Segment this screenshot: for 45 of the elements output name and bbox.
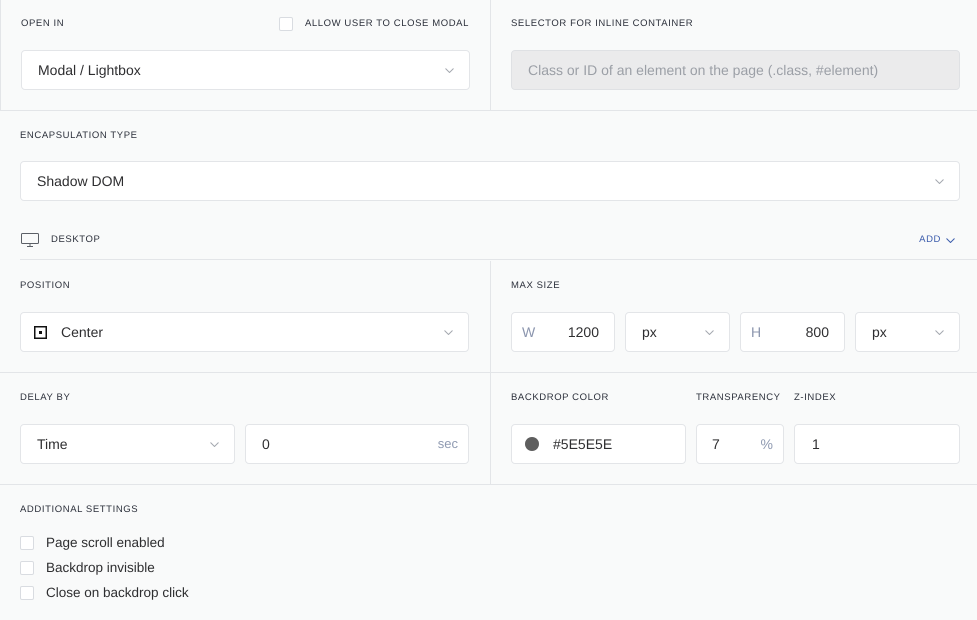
- checkbox-label: ALLOW USER TO CLOSE MODAL: [304, 17, 469, 31]
- center-square-icon: [34, 326, 47, 338]
- delay-type-select[interactable]: Time: [20, 424, 235, 464]
- option-label[interactable]: Close on backdrop click: [46, 582, 189, 604]
- checkbox[interactable]: [20, 586, 34, 600]
- width-prefix: W: [522, 322, 536, 342]
- field-label: DELAY BY: [20, 391, 70, 405]
- unit-select[interactable]: px: [625, 312, 730, 352]
- field-label: Z-INDEX: [794, 391, 836, 405]
- unit-select[interactable]: px: [855, 312, 960, 352]
- caret-icon: [444, 330, 453, 334]
- field-label: POSITION: [20, 279, 70, 293]
- field-label: TRANSPARENCY: [696, 391, 781, 405]
- field-label: ENCAPSULATION TYPE: [20, 129, 138, 143]
- field-label: BACKDROP COLOR: [511, 391, 609, 405]
- option-label[interactable]: Page scroll enabled: [46, 532, 165, 554]
- height-input[interactable]: H 800: [740, 312, 845, 352]
- caret-icon: [935, 330, 944, 334]
- percent-suffix: %: [760, 434, 773, 454]
- field-label: OPEN IN: [21, 17, 64, 31]
- open-in-select[interactable]: Modal / Lightbox: [21, 50, 470, 90]
- z-index-input[interactable]: 1: [794, 424, 960, 464]
- delay-input[interactable]: 0 sec: [245, 424, 469, 464]
- width-input[interactable]: W 1200: [511, 312, 615, 352]
- transparency-input[interactable]: 7 %: [696, 424, 784, 464]
- monitor-icon: [21, 233, 39, 247]
- caret-icon: [946, 238, 955, 242]
- section-label: ADDITIONAL SETTINGS: [20, 503, 138, 517]
- position-select[interactable]: Center: [20, 312, 469, 352]
- field-label: SELECTOR FOR INLINE CONTAINER: [511, 17, 694, 31]
- unit-suffix: sec: [438, 435, 458, 454]
- encapsulation-select[interactable]: Shadow DOM: [20, 161, 960, 201]
- color-input[interactable]: #5E5E5E: [511, 424, 686, 464]
- add-button[interactable]: ADD: [919, 232, 955, 248]
- caret-icon: [935, 178, 944, 184]
- checkbox[interactable]: [278, 17, 293, 31]
- caret-icon: [705, 330, 714, 334]
- caret-icon: [210, 442, 219, 446]
- option-label[interactable]: Backdrop invisible: [46, 558, 155, 578]
- device-label: DESKTOP: [51, 233, 100, 247]
- field-label: MAX SIZE: [511, 279, 560, 293]
- height-prefix: H: [751, 322, 762, 342]
- caret-icon: [445, 68, 454, 72]
- checkbox[interactable]: [20, 536, 34, 550]
- checkbox[interactable]: [20, 561, 34, 575]
